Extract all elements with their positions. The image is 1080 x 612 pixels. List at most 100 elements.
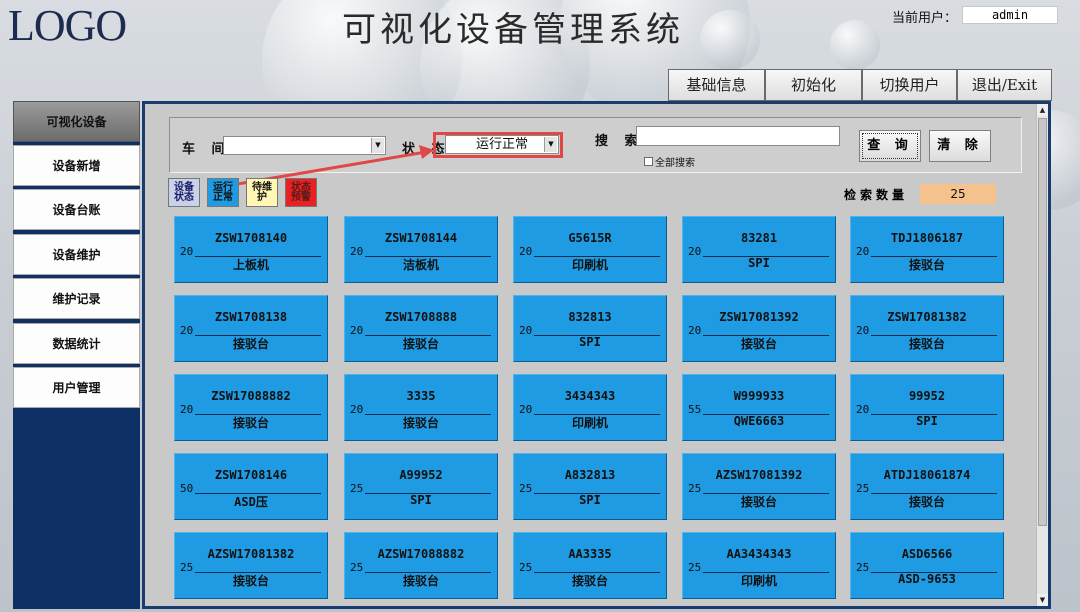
- device-divider: [195, 414, 321, 415]
- basic-info-button[interactable]: 基础信息: [668, 69, 765, 101]
- device-type: QWE6663: [733, 414, 785, 428]
- search-all-checkbox[interactable]: 全部搜索: [644, 154, 695, 169]
- current-user-value: admin: [962, 6, 1058, 24]
- sidebar-item-maintenance-records[interactable]: 维护记录: [13, 278, 140, 319]
- device-code: AZSW17081392: [715, 468, 803, 482]
- clear-button[interactable]: 清 除: [929, 130, 991, 162]
- search-all-label: 全部搜索: [655, 158, 695, 169]
- device-card[interactable]: AZSW17081392 25 接驳台: [682, 453, 836, 520]
- sidebar-item-device-ledger[interactable]: 设备台账: [13, 189, 140, 230]
- device-type: 接驳台: [402, 416, 439, 430]
- device-card[interactable]: ZSW17088882 20 接驳台: [174, 374, 328, 441]
- device-code: ZSW1708138: [214, 310, 288, 324]
- device-type: 接驳台: [908, 258, 945, 272]
- scroll-down-icon[interactable]: ▼: [1037, 594, 1048, 606]
- legend-pending-maintenance: 待维护: [246, 178, 278, 207]
- scroll-thumb[interactable]: [1038, 118, 1047, 526]
- device-type: 印刷机: [740, 574, 777, 588]
- device-card[interactable]: ZSW1708146 50 ASD压: [174, 453, 328, 520]
- exit-button[interactable]: 退出/Exit: [957, 69, 1052, 101]
- device-card[interactable]: 3335 20 接驳台: [344, 374, 498, 441]
- device-card[interactable]: ZSW17081382 20 接驳台: [850, 295, 1004, 362]
- device-card[interactable]: AZSW17088882 25 接驳台: [344, 532, 498, 599]
- device-card[interactable]: 83281 20 SPI: [682, 216, 836, 283]
- device-code: ZSW17088882: [211, 389, 291, 403]
- result-count-value: 25: [920, 184, 996, 204]
- device-type: SPI: [748, 256, 770, 270]
- device-type: ASD-9653: [898, 572, 956, 586]
- device-divider: [703, 493, 829, 494]
- sidebar-item-user-management[interactable]: 用户管理: [13, 367, 140, 408]
- device-code: ATDJ18061874: [883, 468, 971, 482]
- device-card[interactable]: A832813 25 SPI: [513, 453, 667, 520]
- sidebar-item-add-device[interactable]: 设备新增: [13, 145, 140, 186]
- device-card[interactable]: ZSW1708140 20 上板机: [174, 216, 328, 283]
- device-type: 印刷机: [571, 416, 608, 430]
- device-divider: [534, 414, 660, 415]
- device-code: 3335: [406, 389, 436, 403]
- device-card[interactable]: W999933 55 QWE6663: [682, 374, 836, 441]
- device-code: ZSW1708140: [214, 231, 288, 245]
- device-divider: [365, 256, 491, 257]
- device-card[interactable]: ZSW1708144 20 洁板机: [344, 216, 498, 283]
- page-title: 可视化设备管理系统: [342, 10, 684, 50]
- device-type: 印刷机: [571, 258, 608, 272]
- device-card[interactable]: A99952 25 SPI: [344, 453, 498, 520]
- device-card[interactable]: TDJ1806187 20 接驳台: [850, 216, 1004, 283]
- device-type: SPI: [410, 493, 432, 507]
- device-code: ASD6566: [901, 547, 953, 561]
- device-divider: [365, 572, 491, 573]
- background-bubble: [830, 20, 880, 70]
- device-divider: [534, 493, 660, 494]
- device-code: AA3434343: [726, 547, 792, 561]
- device-type: 接驳台: [402, 337, 439, 351]
- sidebar-item-device-maintenance[interactable]: 设备维护: [13, 234, 140, 275]
- device-card[interactable]: ZSW17081392 20 接驳台: [682, 295, 836, 362]
- status-highlight-box: [433, 132, 563, 158]
- scroll-up-icon[interactable]: ▲: [1037, 104, 1048, 116]
- device-type: 接驳台: [908, 495, 945, 509]
- device-card[interactable]: 99952 20 SPI: [850, 374, 1004, 441]
- initialize-button[interactable]: 初始化: [765, 69, 862, 101]
- device-code: 832813: [568, 310, 612, 324]
- device-card[interactable]: 3434343 20 印刷机: [513, 374, 667, 441]
- device-type: 接驳台: [232, 337, 269, 351]
- device-divider: [703, 414, 829, 415]
- device-divider: [871, 572, 997, 573]
- device-code: ZSW1708888: [384, 310, 458, 324]
- device-card[interactable]: ATDJ18061874 25 接驳台: [850, 453, 1004, 520]
- device-code: 99952: [908, 389, 946, 403]
- device-card[interactable]: ZSW1708888 20 接驳台: [344, 295, 498, 362]
- device-card[interactable]: 832813 20 SPI: [513, 295, 667, 362]
- vertical-scrollbar[interactable]: ▲ ▼: [1036, 104, 1048, 606]
- device-type: ASD压: [234, 495, 268, 509]
- sidebar-item-statistics[interactable]: 数据统计: [13, 323, 140, 364]
- device-divider: [195, 493, 321, 494]
- sidebar-item-visual-devices[interactable]: 可视化设备: [13, 101, 140, 142]
- device-type: 上板机: [232, 258, 269, 272]
- search-input[interactable]: [636, 126, 840, 146]
- device-card[interactable]: AZSW17081382 25 接驳台: [174, 532, 328, 599]
- background-bubble: [700, 10, 760, 70]
- device-card[interactable]: G5615R 20 印刷机: [513, 216, 667, 283]
- query-button[interactable]: 查 询: [859, 130, 921, 162]
- device-divider: [871, 335, 997, 336]
- device-code: TDJ1806187: [890, 231, 964, 245]
- device-card[interactable]: AA3335 25 接驳台: [513, 532, 667, 599]
- device-type: 接驳台: [908, 337, 945, 351]
- device-code: 3434343: [564, 389, 616, 403]
- device-code: AZSW17081382: [207, 547, 295, 561]
- device-card[interactable]: ZSW1708138 20 接驳台: [174, 295, 328, 362]
- device-card[interactable]: AA3434343 25 印刷机: [682, 532, 836, 599]
- device-type: 接驳台: [740, 337, 777, 351]
- device-type: SPI: [579, 493, 601, 507]
- device-type: 接驳台: [232, 416, 269, 430]
- device-type: 接驳台: [232, 574, 269, 588]
- device-card[interactable]: ASD6566 25 ASD-9653: [850, 532, 1004, 599]
- checkbox-icon[interactable]: [644, 157, 653, 166]
- device-type: 接驳台: [571, 574, 608, 588]
- device-divider: [195, 256, 321, 257]
- device-divider: [534, 256, 660, 257]
- switch-user-button[interactable]: 切换用户: [862, 69, 957, 101]
- device-divider: [365, 493, 491, 494]
